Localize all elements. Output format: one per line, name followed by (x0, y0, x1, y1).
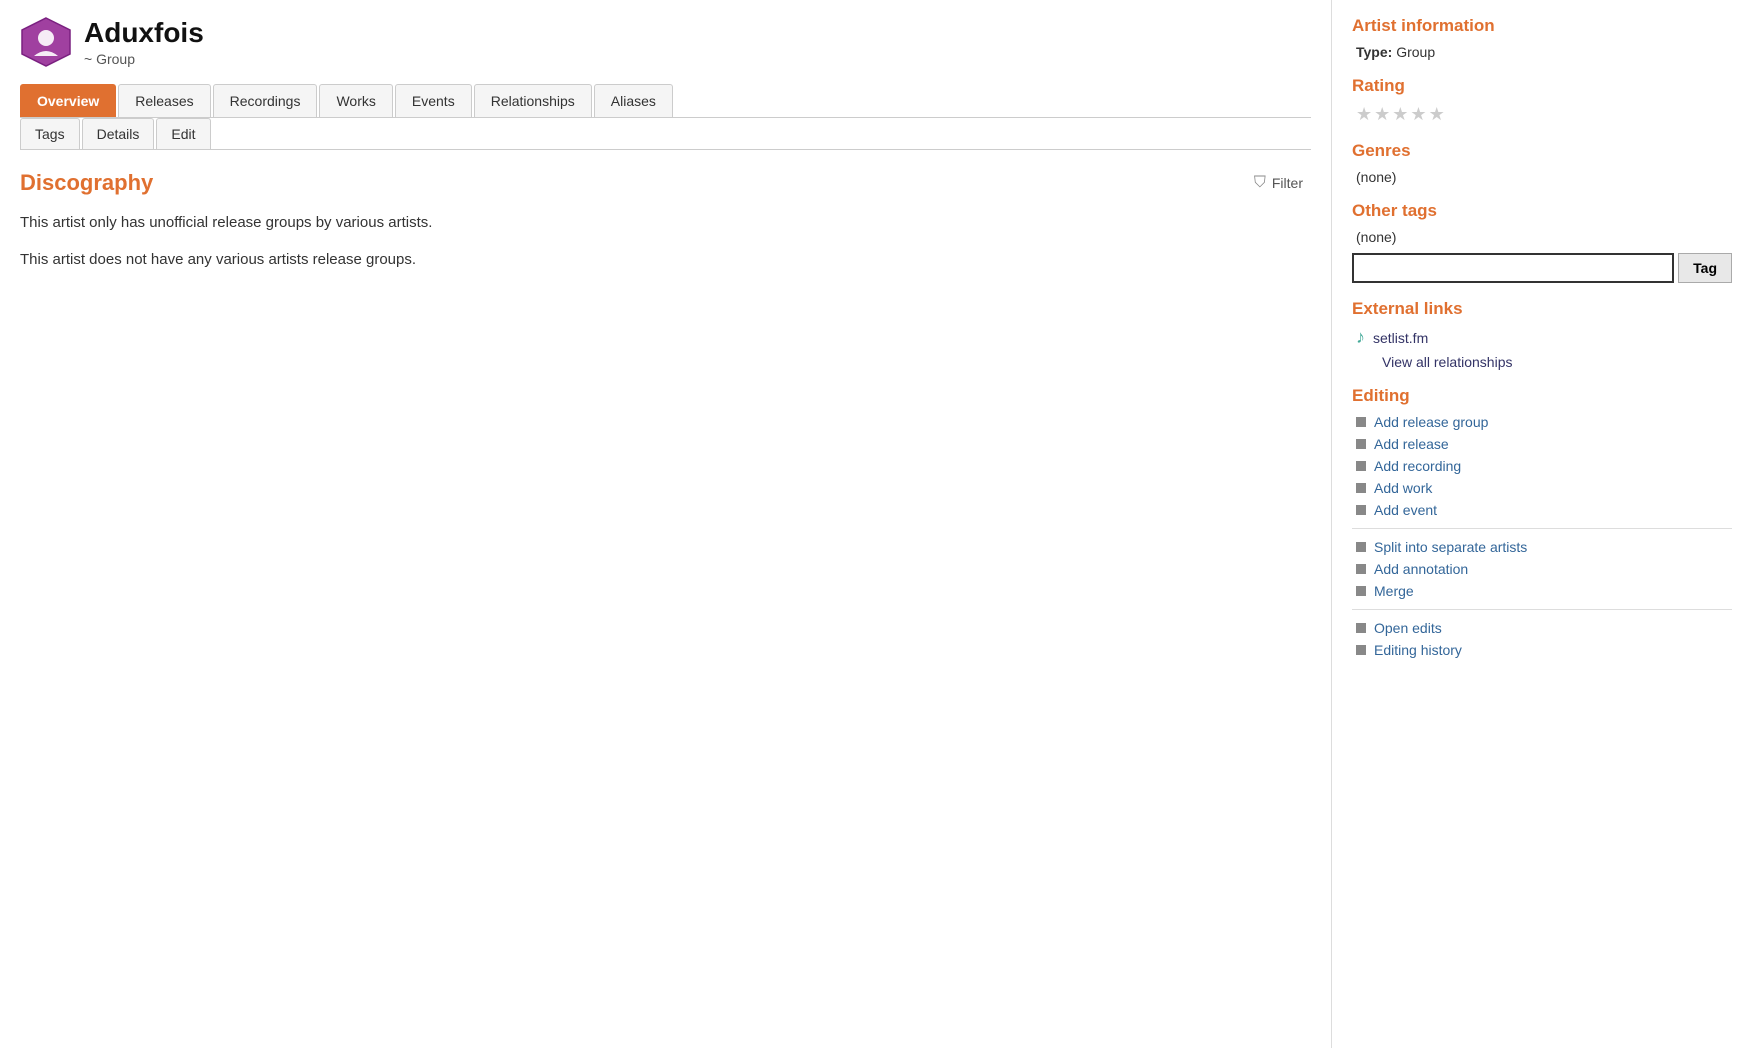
tag-input[interactable] (1352, 253, 1674, 283)
tab-edit[interactable]: Edit (156, 118, 210, 149)
tab-events[interactable]: Events (395, 84, 472, 117)
edit-square-icon (1356, 505, 1366, 515)
add-release-group-row: Add release group (1352, 414, 1732, 430)
artist-header: Aduxfois ~ Group (20, 16, 1311, 68)
add-recording-row: Add recording (1352, 458, 1732, 474)
star-5[interactable]: ★ (1429, 104, 1445, 125)
filter-label: Filter (1272, 175, 1303, 191)
tab-tags[interactable]: Tags (20, 118, 80, 149)
main-content: Aduxfois ~ Group Overview Releases Recor… (0, 0, 1332, 1048)
sidebar-divider-1 (1352, 528, 1732, 529)
add-event-link[interactable]: Add event (1374, 502, 1437, 518)
discography-title: Discography (20, 170, 153, 196)
open-edits-link[interactable]: Open edits (1374, 620, 1442, 636)
edit-square-icon (1356, 439, 1366, 449)
editing-history-row: Editing history (1352, 642, 1732, 658)
star-4[interactable]: ★ (1410, 104, 1426, 125)
type-value: Group (1396, 44, 1435, 60)
tab-details[interactable]: Details (82, 118, 155, 149)
artist-title-group: Aduxfois ~ Group (84, 17, 204, 67)
star-1[interactable]: ★ (1356, 104, 1372, 125)
rating-stars[interactable]: ★ ★ ★ ★ ★ (1352, 104, 1732, 125)
discography-message-1: This artist only has unofficial release … (20, 212, 1311, 235)
tab-releases[interactable]: Releases (118, 84, 210, 117)
page-layout: Aduxfois ~ Group Overview Releases Recor… (0, 0, 1752, 1048)
tab-relationships[interactable]: Relationships (474, 84, 592, 117)
artist-logo-icon (20, 16, 72, 68)
merge-row: Merge (1352, 583, 1732, 599)
rating-title: Rating (1352, 76, 1732, 96)
setlistfm-link[interactable]: setlist.fm (1373, 330, 1428, 346)
add-release-row: Add release (1352, 436, 1732, 452)
main-tabs-row: Overview Releases Recordings Works Event… (20, 84, 1311, 118)
tab-recordings[interactable]: Recordings (213, 84, 318, 117)
split-into-separate-artists-link[interactable]: Split into separate artists (1374, 539, 1527, 555)
tab-works[interactable]: Works (319, 84, 392, 117)
star-3[interactable]: ★ (1392, 104, 1408, 125)
secondary-tabs-row: Tags Details Edit (20, 118, 1311, 150)
view-all-relationships-row: View all relationships (1352, 354, 1732, 370)
edit-square-icon (1356, 645, 1366, 655)
add-work-link[interactable]: Add work (1374, 480, 1432, 496)
discography-header: Discography ⛉ Filter (20, 170, 1311, 196)
artist-subtitle: ~ Group (84, 51, 204, 67)
edit-square-icon (1356, 586, 1366, 596)
music-note-icon: ♪ (1356, 327, 1365, 348)
view-all-relationships-link[interactable]: View all relationships (1382, 354, 1512, 370)
editing-history-link[interactable]: Editing history (1374, 642, 1462, 658)
type-label: Type: (1356, 44, 1392, 60)
add-release-link[interactable]: Add release (1374, 436, 1449, 452)
star-2[interactable]: ★ (1374, 104, 1390, 125)
split-artists-row: Split into separate artists (1352, 539, 1732, 555)
editing-title: Editing (1352, 386, 1732, 406)
add-work-row: Add work (1352, 480, 1732, 496)
other-tags-title: Other tags (1352, 201, 1732, 221)
edit-square-icon (1356, 461, 1366, 471)
genres-value: (none) (1352, 169, 1732, 185)
artist-type-row: Type: Group (1352, 44, 1732, 60)
add-recording-link[interactable]: Add recording (1374, 458, 1461, 474)
edit-square-icon (1356, 542, 1366, 552)
add-annotation-link[interactable]: Add annotation (1374, 561, 1468, 577)
artist-name: Aduxfois (84, 17, 204, 49)
edit-square-icon (1356, 623, 1366, 633)
artist-info-title: Artist information (1352, 16, 1732, 36)
sidebar-divider-2 (1352, 609, 1732, 610)
edit-square-icon (1356, 417, 1366, 427)
tag-input-row: Tag (1352, 253, 1732, 283)
setlistfm-row: ♪ setlist.fm (1352, 327, 1732, 348)
tab-overview[interactable]: Overview (20, 84, 116, 117)
merge-link[interactable]: Merge (1374, 583, 1414, 599)
filter-icon: ⛉ (1254, 174, 1266, 192)
filter-button[interactable]: ⛉ Filter (1246, 170, 1311, 196)
discography-message-2: This artist does not have any various ar… (20, 249, 1311, 272)
other-tags-value: (none) (1352, 229, 1732, 245)
sidebar: Artist information Type: Group Rating ★ … (1332, 0, 1752, 1048)
genres-title: Genres (1352, 141, 1732, 161)
add-event-row: Add event (1352, 502, 1732, 518)
tab-aliases[interactable]: Aliases (594, 84, 673, 117)
edit-square-icon (1356, 483, 1366, 493)
external-links-title: External links (1352, 299, 1732, 319)
add-release-group-link[interactable]: Add release group (1374, 414, 1488, 430)
add-annotation-row: Add annotation (1352, 561, 1732, 577)
tag-button[interactable]: Tag (1678, 253, 1732, 283)
edit-square-icon (1356, 564, 1366, 574)
open-edits-row: Open edits (1352, 620, 1732, 636)
